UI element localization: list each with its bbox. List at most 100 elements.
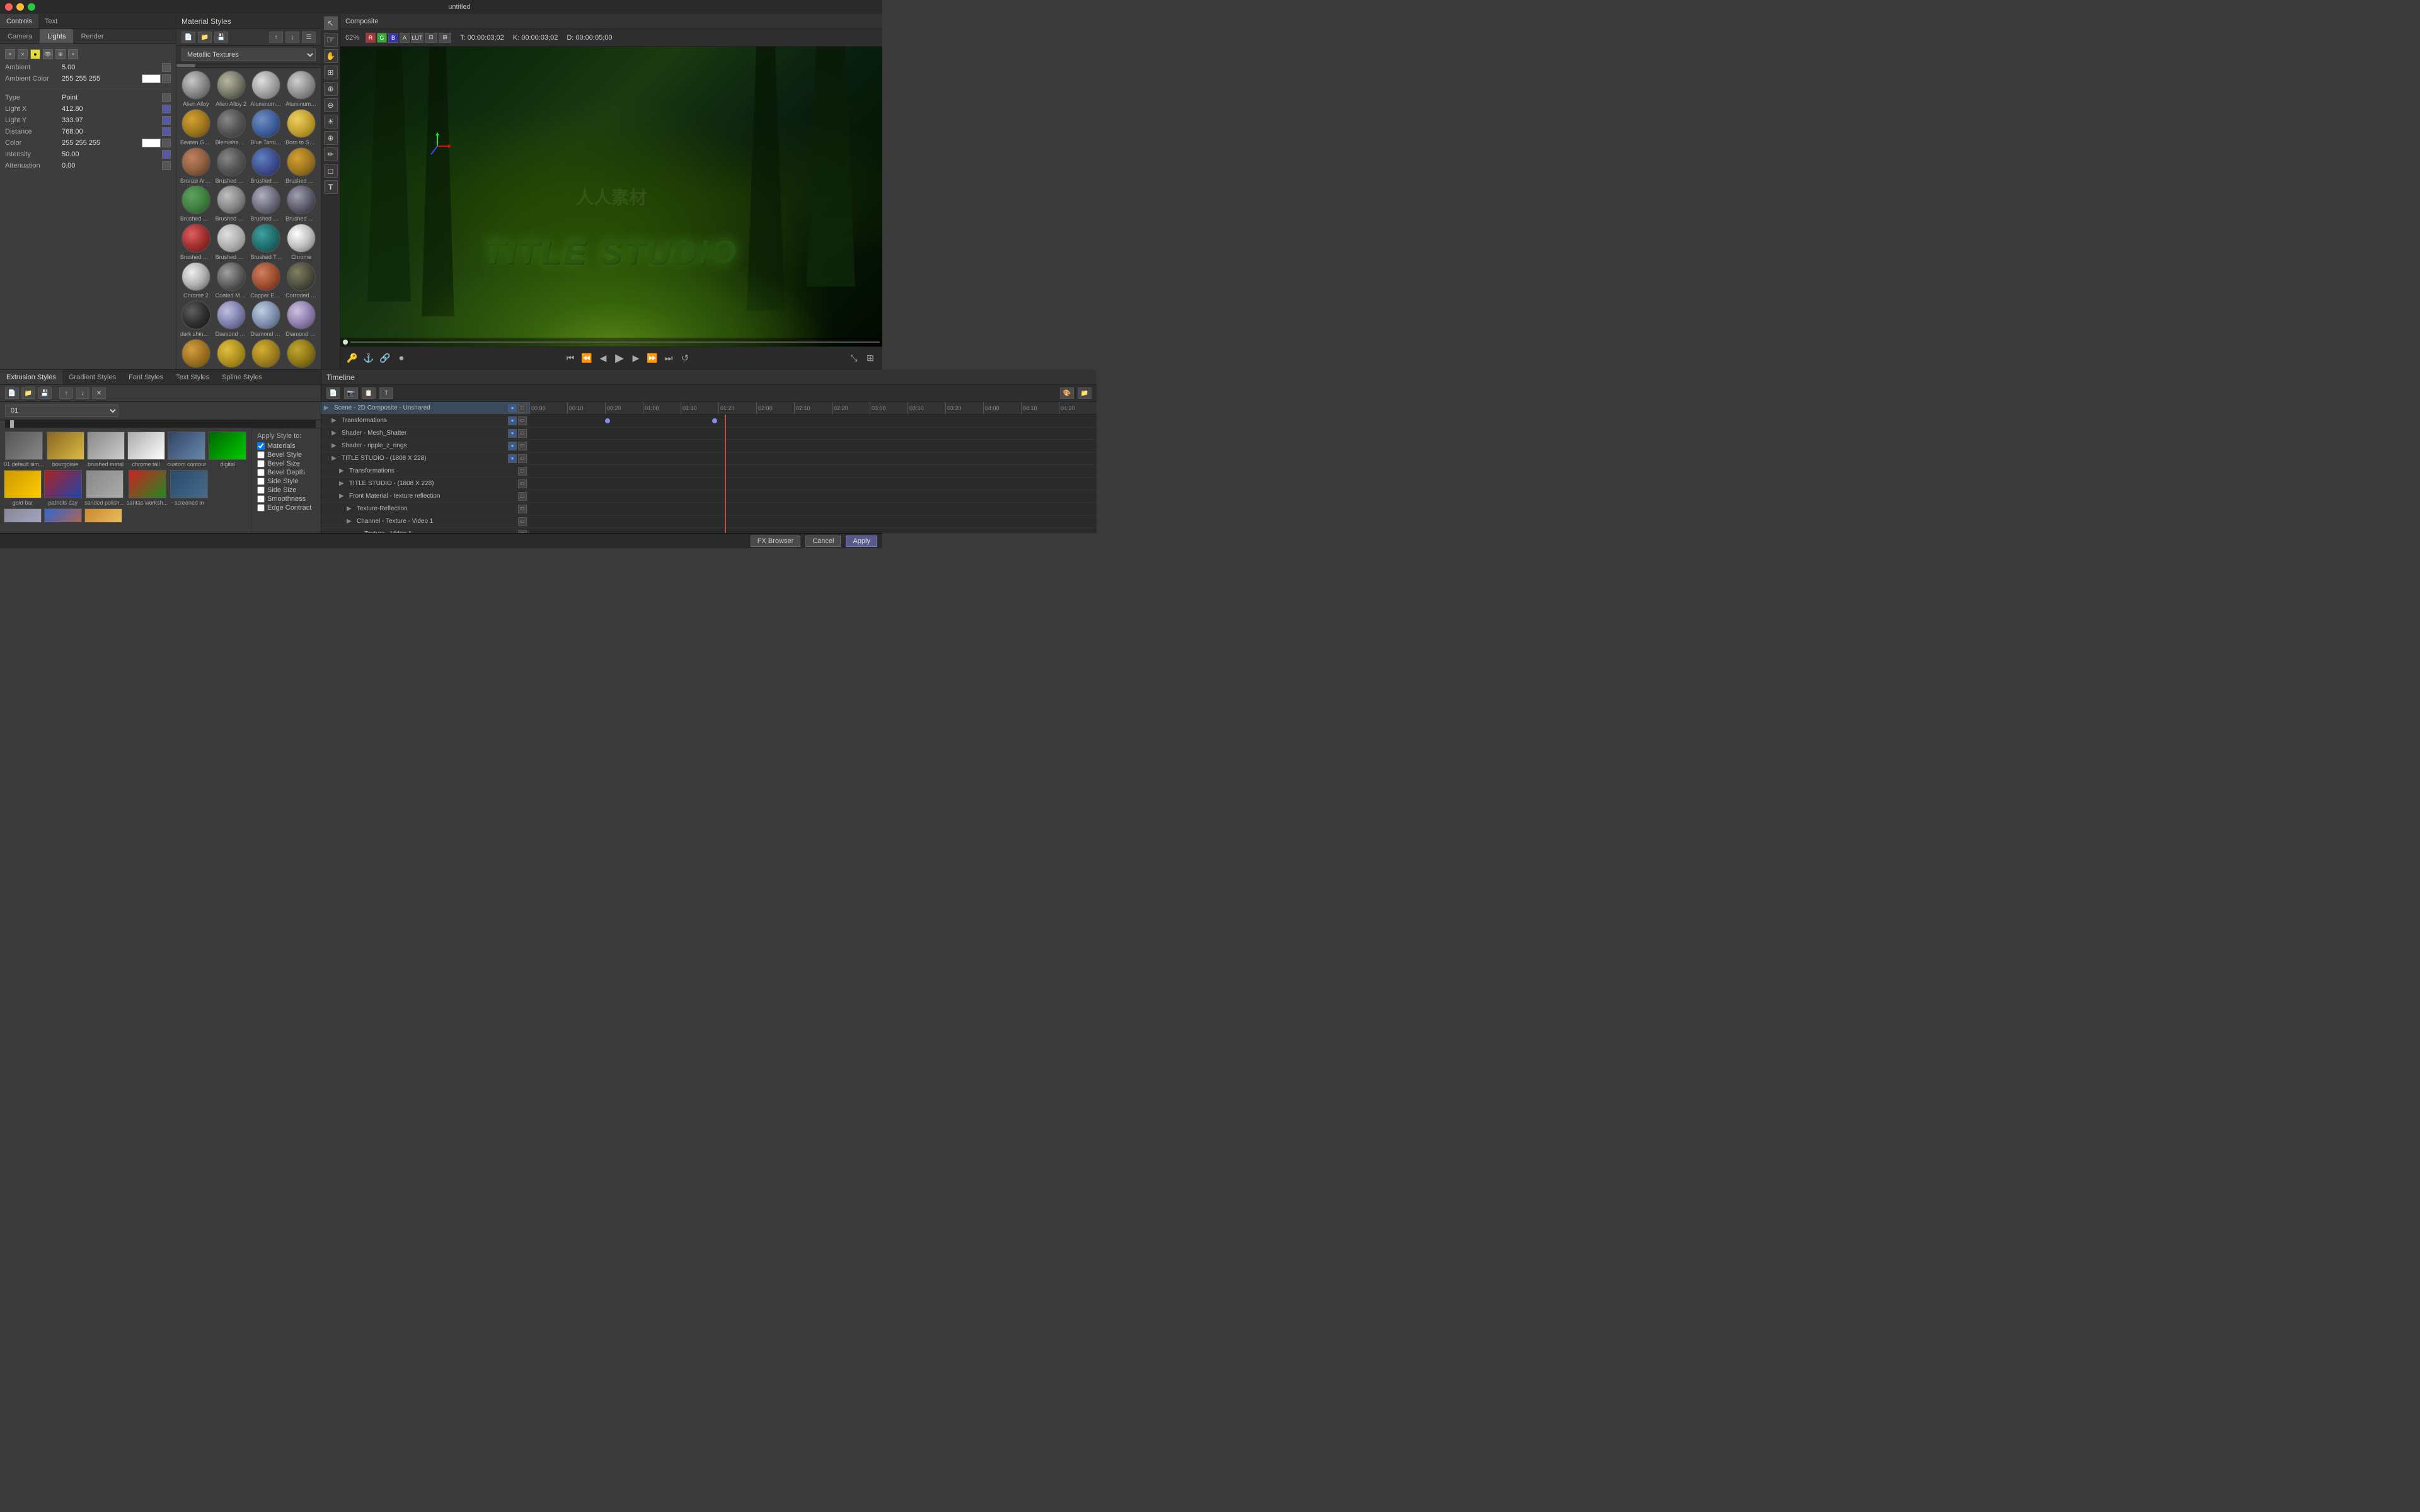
window-controls[interactable] <box>5 3 35 11</box>
tl-new-btn[interactable]: 📄 <box>326 387 340 399</box>
tl-cam-btn[interactable]: 📷 <box>344 387 358 399</box>
style-item[interactable]: digital <box>209 432 246 467</box>
track-mute[interactable]: □ <box>518 479 527 488</box>
material-item[interactable]: Diamond Pl... <box>250 301 284 338</box>
light-color-swatch[interactable] <box>142 139 161 147</box>
apply-checkbox[interactable] <box>257 451 265 459</box>
add-light-icon[interactable]: + <box>5 49 15 59</box>
track-visibility[interactable]: ● <box>508 454 517 463</box>
track-expand-icon[interactable]: ▶ <box>339 467 347 475</box>
track-mute[interactable]: □ <box>518 442 527 450</box>
extrusion-delete-btn[interactable]: ✕ <box>92 387 106 399</box>
material-item[interactable]: Brushed Teal <box>250 224 284 261</box>
material-item[interactable]: Gold Dust <box>284 339 318 369</box>
plus-icon[interactable]: + <box>68 49 78 59</box>
style-item[interactable]: brushed metal <box>87 432 125 467</box>
tab-camera[interactable]: Camera <box>0 29 40 43</box>
track-visibility[interactable]: ● <box>508 416 517 425</box>
material-item[interactable]: Brushed Me... <box>214 185 248 222</box>
timeline-track-row[interactable]: ▶ TITLE STUDIO - (1808 X 228) □ <box>321 478 529 490</box>
material-item[interactable]: Blemished ... <box>214 109 248 146</box>
channel-a-btn[interactable]: A <box>400 33 410 43</box>
play-btn[interactable]: ▶ <box>613 352 626 365</box>
distance-control[interactable] <box>162 127 171 136</box>
next-frame-btn[interactable]: ▶ <box>629 352 643 365</box>
apply-checkbox[interactable] <box>257 495 265 503</box>
extrusion-import-btn[interactable]: ↑ <box>59 387 73 399</box>
style-item[interactable]: sanded polish... <box>84 470 124 506</box>
extrusion-folder-btn[interactable]: 📁 <box>21 387 35 399</box>
material-item[interactable]: Beaten Gold <box>179 109 213 146</box>
import-btn[interactable]: ↑ <box>269 32 283 43</box>
orbit-tool[interactable]: ☞ <box>324 33 338 47</box>
keyframe[interactable] <box>605 418 610 423</box>
material-item[interactable]: Born to Shine <box>284 109 318 146</box>
timeline-track-row[interactable]: ▶ Texture-Reflection □ <box>321 503 529 515</box>
material-item[interactable]: Brushed Gold <box>284 147 318 185</box>
material-item[interactable]: Brushed Bl... <box>214 147 248 185</box>
material-category-select[interactable]: Metallic Textures <box>182 49 316 61</box>
light-color-picker[interactable] <box>162 139 171 147</box>
style-item[interactable]: gold bar <box>4 470 42 506</box>
tl-text-btn[interactable]: T <box>379 387 393 399</box>
tab-font-styles[interactable]: Font Styles <box>122 370 170 384</box>
style-item[interactable]: bourgoisie <box>47 432 84 467</box>
style-item[interactable]: steel plated <box>4 508 42 522</box>
tl-layer-btn[interactable]: 📋 <box>362 387 376 399</box>
style-item[interactable]: chrome tall <box>127 432 165 467</box>
tab-controls[interactable]: Controls <box>0 14 38 28</box>
track-expand-icon[interactable]: ▶ <box>339 493 347 500</box>
track-expand-icon[interactable]: ▶ <box>347 505 354 513</box>
tab-gradient-styles[interactable]: Gradient Styles <box>62 370 122 384</box>
style-item[interactable]: patriots day <box>44 470 82 506</box>
pan-tool[interactable]: ✋ <box>324 49 338 63</box>
material-item[interactable]: Diamond Pl... <box>214 301 248 338</box>
material-item[interactable]: Diamond Pl... <box>284 301 318 338</box>
shape-tool[interactable]: ◻ <box>324 164 338 178</box>
channel-b-btn[interactable]: B <box>388 33 398 43</box>
material-item[interactable]: Brushed Blue <box>250 147 284 185</box>
track-visibility[interactable]: ● <box>508 429 517 438</box>
minimize-button[interactable] <box>16 3 24 11</box>
tab-text-styles[interactable]: Text Styles <box>170 370 216 384</box>
material-item[interactable]: Aluminum B... <box>250 71 284 108</box>
apply-button[interactable]: Apply <box>846 536 877 547</box>
track-expand-icon[interactable]: ▶ <box>331 442 339 450</box>
folder-btn[interactable]: 📁 <box>198 32 212 43</box>
tab-extrusion-styles[interactable]: Extrusion Styles <box>0 370 62 384</box>
style-item[interactable]: santas worksh... <box>127 470 168 506</box>
timeline-track-row[interactable]: ▶ Front Material - texture reflection □ <box>321 490 529 503</box>
tl-style-btn[interactable]: 🎨 <box>1060 387 1074 399</box>
track-mute[interactable]: □ <box>518 429 527 438</box>
target-icon[interactable]: ⊕ <box>55 49 66 59</box>
style-scrubber[interactable] <box>5 420 316 428</box>
material-item[interactable]: Bronze Arm... <box>179 147 213 185</box>
safe-btn[interactable]: ⊡ <box>425 33 437 43</box>
eye-icon[interactable]: 👁 <box>43 49 53 59</box>
ambient-slider[interactable] <box>162 63 171 72</box>
timeline-track-row[interactable]: ▶ Shader - ripple_z_rings ● □ <box>321 440 529 452</box>
timeline-track-row[interactable]: ▶ Scene - 2D Composite - Unshared ● □ <box>321 402 529 415</box>
grid-btn[interactable]: ⊞ <box>439 33 451 43</box>
keyframe[interactable] <box>712 418 717 423</box>
material-item[interactable]: Gold Discs <box>250 339 284 369</box>
settings-btn[interactable]: ☰ <box>302 32 316 43</box>
style-item[interactable]: warm glassy <box>84 508 122 522</box>
material-scrollbar-top[interactable] <box>176 64 321 68</box>
expand-btn[interactable]: ⤡ <box>847 352 861 365</box>
loop-region-btn[interactable]: ↺ <box>678 352 692 365</box>
track-mute[interactable]: □ <box>518 454 527 463</box>
viewport-scrubber[interactable] <box>340 338 882 346</box>
loop-btn[interactable]: 🔗 <box>378 352 392 365</box>
timeline-track-row[interactable]: Texture - Video 1 □ <box>321 528 529 533</box>
track-expand-icon[interactable]: ▶ <box>331 455 339 462</box>
timeline-track-row[interactable]: ▶ Shader - Mesh_Shatter ● □ <box>321 427 529 440</box>
style-item[interactable]: truly flat colors <box>44 508 82 522</box>
track-mute[interactable]: □ <box>518 505 527 513</box>
track-expand-icon[interactable]: ▶ <box>331 417 339 425</box>
goto-start-btn[interactable]: ⏮ <box>563 352 577 365</box>
material-item[interactable]: Copper Ero... <box>250 262 284 299</box>
tab-lights[interactable]: Lights <box>40 29 73 43</box>
layout-btn[interactable]: ⊞ <box>863 352 877 365</box>
channel-g-btn[interactable]: G <box>377 33 387 43</box>
